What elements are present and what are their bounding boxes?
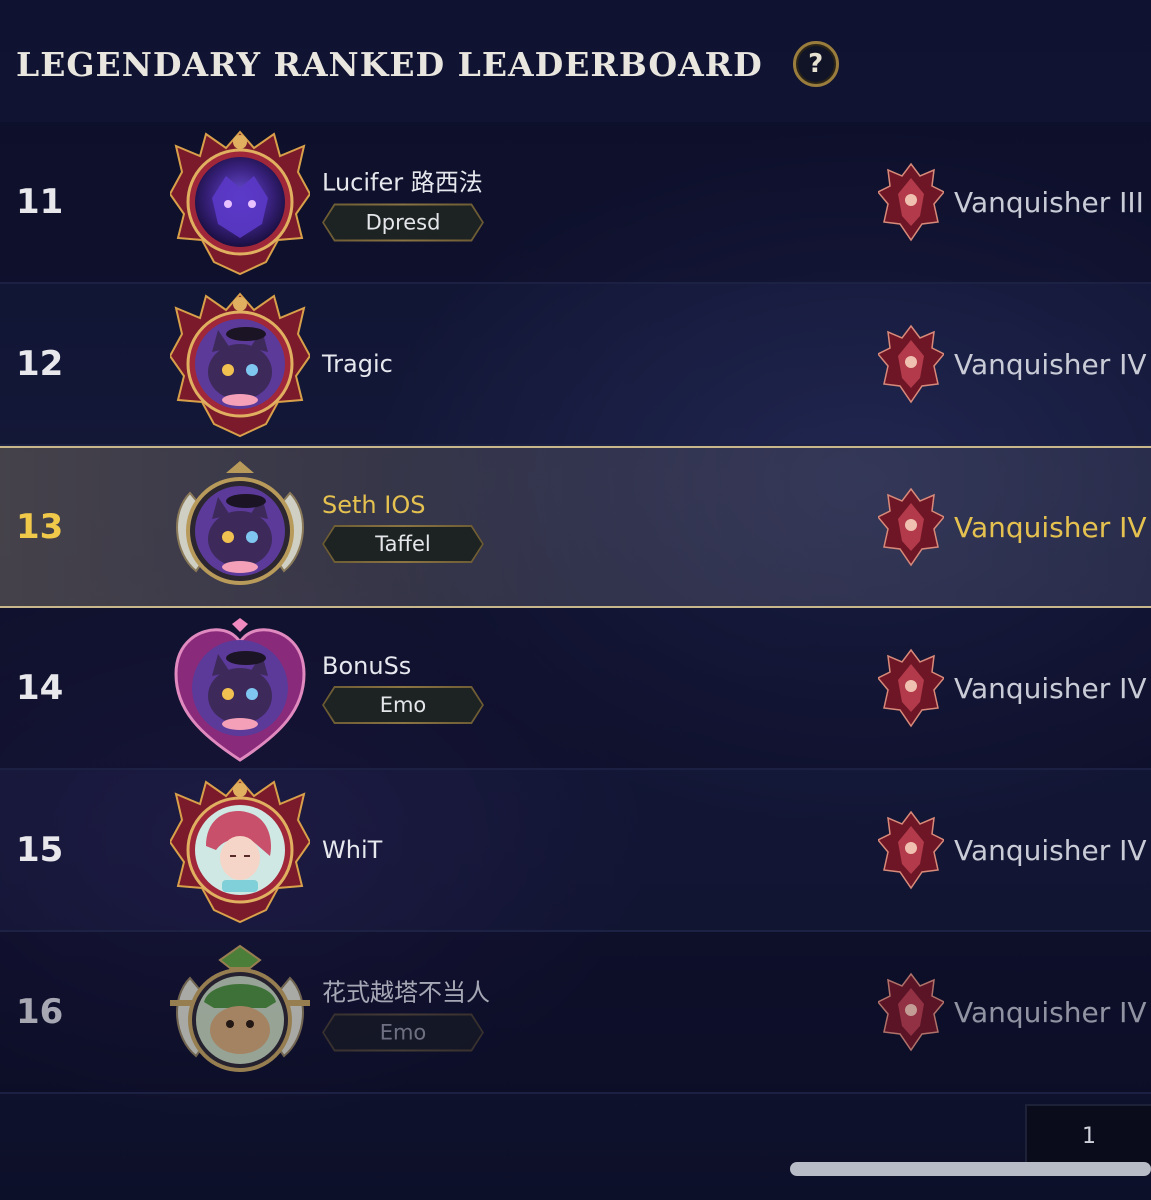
player-tag: Taffel [322,525,484,563]
help-glyph: ? [808,49,824,79]
page-number-button[interactable]: 1 [1025,1104,1151,1168]
leaderboard-row-current-player[interactable]: 13 Seth IOS Taffel Vanquisher IV [0,446,1151,608]
vanquisher-emblem-icon [878,324,944,404]
tier-label: Vanquisher IV [954,671,1147,705]
vanquisher-emblem-icon [878,162,944,242]
player-name: Tragic [322,350,393,378]
tier-label: Vanquisher IV [954,833,1147,867]
tier-display: Vanquisher IV [878,972,1147,1052]
horned-frame-cat-icon [176,461,304,585]
question-mark-icon[interactable]: ? [792,41,839,87]
player-avatar[interactable] [170,290,310,438]
player-name: Lucifer 路西法 [322,168,483,197]
leaderboard-list: 11 Lucifer 路西法 Dpresd Vanquisher III 12 … [0,122,1151,1094]
leaderboard-row[interactable]: 16 花式越塔不当人 Emo Vanquisher IV [0,932,1151,1094]
player-avatar[interactable] [170,128,310,276]
tier-label: Vanquisher III [954,185,1144,219]
player-info: BonuSs Emo [322,652,484,724]
player-info: Tragic [322,350,393,378]
vanquisher-emblem-icon [878,487,944,567]
tier-display: Vanquisher IV [878,648,1147,728]
horizontal-scrollbar[interactable] [790,1162,1151,1176]
player-name: Seth IOS [322,491,426,519]
player-tag: Emo [322,686,484,724]
leaderboard-header: LEGENDARY RANKED LEADERBOARD ? [16,36,839,92]
tier-label: Vanquisher IV [954,347,1147,381]
player-info: Seth IOS Taffel [322,491,484,563]
page-title: LEGENDARY RANKED LEADERBOARD [16,44,763,84]
rank-number: 13 [16,507,64,547]
player-avatar[interactable] [170,614,310,762]
spiked-frame-wolf-icon [170,130,310,276]
vanquisher-emblem-icon [878,810,944,890]
vanquisher-emblem-icon [878,972,944,1052]
tier-display: Vanquisher IV [878,810,1147,890]
player-avatar[interactable] [170,938,310,1086]
player-info: WhiT [322,836,382,864]
player-info: Lucifer 路西法 Dpresd [322,163,484,242]
player-name: 花式越塔不当人 [322,978,490,1007]
rank-number: 11 [16,182,64,222]
rank-number: 16 [16,992,64,1032]
leaderboard-row[interactable]: 12 Tragic Vanquisher IV [0,284,1151,446]
tier-display: Vanquisher IV [878,487,1147,567]
player-avatar[interactable] [170,453,310,601]
heart-frame-cat-icon [174,618,306,762]
horned-frame-teemo-icon [170,944,310,1072]
player-name: BonuSs [322,652,412,680]
rank-number: 12 [16,344,64,384]
tier-display: Vanquisher IV [878,324,1147,404]
page-number: 1 [1082,1123,1096,1149]
player-tag: Dpresd [322,204,484,242]
rank-number: 15 [16,830,64,870]
vanquisher-emblem-icon [878,648,944,728]
player-tag: Emo [322,1014,484,1052]
spiked-frame-girl-icon [170,778,310,924]
leaderboard-row[interactable]: 11 Lucifer 路西法 Dpresd Vanquisher III [0,122,1151,284]
spiked-frame-cat-icon [170,292,310,438]
player-name: WhiT [322,836,383,864]
leaderboard-row[interactable]: 14 BonuSs Emo Vanquisher IV [0,608,1151,770]
player-info: 花式越塔不当人 Emo [322,973,490,1052]
tier-display: Vanquisher III [878,162,1144,242]
tier-label: Vanquisher IV [954,510,1147,544]
tier-label: Vanquisher IV [954,995,1147,1029]
rank-number: 14 [16,668,64,708]
leaderboard-row[interactable]: 15 WhiT Vanquisher IV [0,770,1151,932]
player-avatar[interactable] [170,776,310,924]
